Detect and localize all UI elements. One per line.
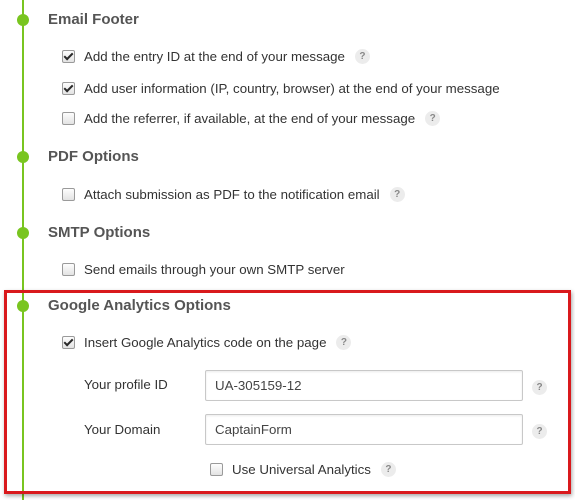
referrer-checkbox[interactable] [62,111,75,125]
insert-ga-label: Insert Google Analytics code on the page [84,334,327,350]
help-icon[interactable]: ? [380,461,396,477]
timeline-dot [17,14,29,26]
timeline-dot [17,227,29,239]
help-icon[interactable]: ? [425,110,441,126]
user-info-checkbox[interactable] [62,81,75,95]
domain-label: Your Domain [84,422,161,437]
option-entry-id: Add the entry ID at the end of your mess… [62,47,370,65]
option-referrer: Add the referrer, if available, at the e… [62,109,441,127]
section-title-google-analytics: Google Analytics Options [48,297,231,314]
timeline-dot [17,300,29,312]
domain-input[interactable] [205,414,523,445]
option-attach-pdf: Attach submission as PDF to the notifica… [62,185,405,203]
smtp-label: Send emails through your own SMTP server [84,261,345,277]
section-title-pdf-options: PDF Options [48,148,139,165]
profile-id-label: Your profile ID [84,377,168,392]
user-info-label: Add user information (IP, country, brows… [84,80,500,96]
option-smtp: Send emails through your own SMTP server [62,260,345,278]
help-icon[interactable]: ? [354,48,370,64]
universal-checkbox[interactable] [210,462,223,476]
referrer-label: Add the referrer, if available, at the e… [84,110,416,126]
help-icon[interactable]: ? [532,380,547,395]
insert-ga-checkbox[interactable] [62,335,75,349]
timeline-dot [17,151,29,163]
universal-label: Use Universal Analytics [232,461,371,477]
section-title-email-footer: Email Footer [48,11,139,28]
attach-pdf-checkbox[interactable] [62,187,75,201]
help-icon[interactable]: ? [389,186,405,202]
option-user-info: Add user information (IP, country, brows… [62,79,500,97]
entry-id-label: Add the entry ID at the end of your mess… [84,48,345,64]
attach-pdf-label: Attach submission as PDF to the notifica… [84,186,380,202]
entry-id-checkbox[interactable] [62,49,75,63]
help-icon[interactable]: ? [532,424,547,439]
smtp-checkbox[interactable] [62,262,75,276]
help-icon[interactable]: ? [336,334,352,350]
timeline-line [22,0,24,500]
option-universal: Use Universal Analytics ? [210,460,396,478]
option-insert-ga: Insert Google Analytics code on the page… [62,333,352,351]
section-title-smtp-options: SMTP Options [48,224,151,241]
profile-id-input[interactable] [205,370,523,401]
